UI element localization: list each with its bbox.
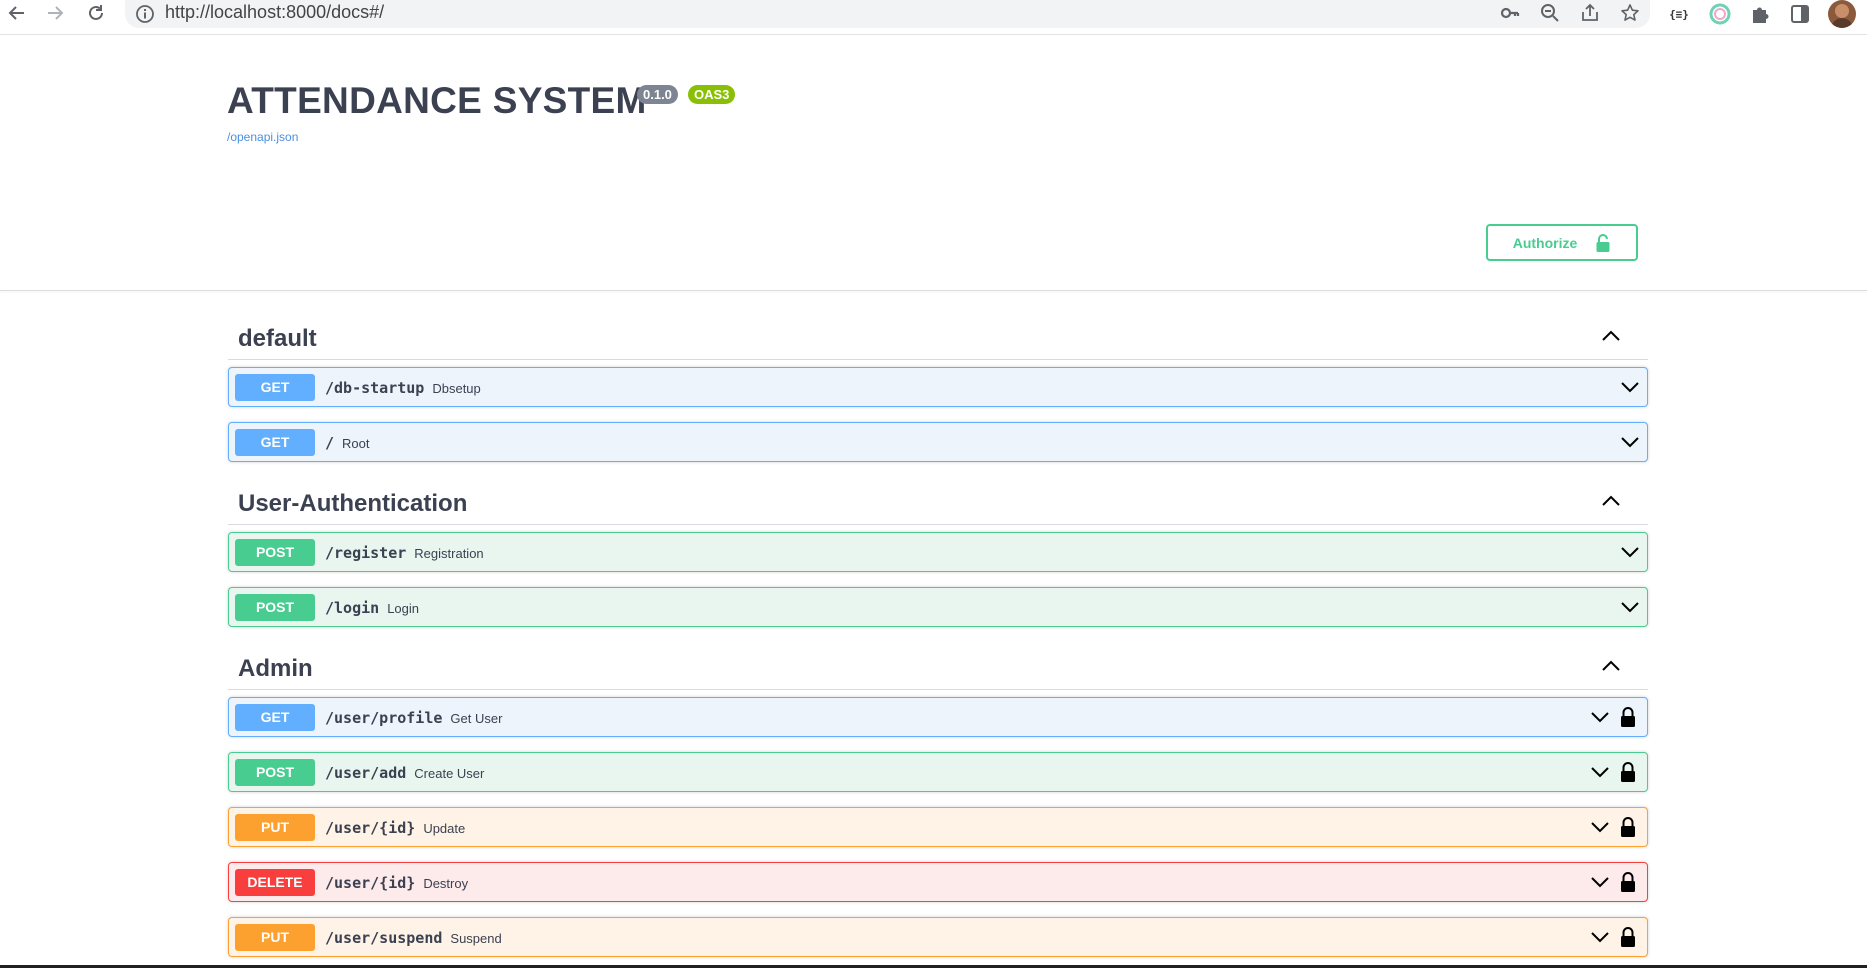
chevron-up-icon[interactable] xyxy=(1600,655,1622,677)
lock-icon[interactable] xyxy=(1619,926,1637,948)
operation-summary: Dbsetup xyxy=(432,381,481,396)
operation-path: /user/suspend Suspend xyxy=(325,929,502,947)
operation-put-user-id[interactable]: PUT /user/{id} Update xyxy=(228,807,1648,847)
chevron-down-icon[interactable] xyxy=(1619,431,1641,453)
reload-button[interactable] xyxy=(83,0,109,26)
chevron-down-icon[interactable] xyxy=(1619,541,1641,563)
bookmark-button[interactable] xyxy=(1619,2,1641,24)
star-icon xyxy=(1621,4,1639,21)
chevron-down-icon[interactable] xyxy=(1589,926,1611,948)
extensions-button[interactable] xyxy=(1748,2,1772,26)
operation-summary: Create User xyxy=(414,766,485,781)
address-bar[interactable]: http://localhost:8000/docs#/ xyxy=(125,0,1650,28)
operation-path: /user/{id} Update xyxy=(325,819,466,837)
operation-put-user-suspend[interactable]: PUT /user/suspend Suspend xyxy=(228,917,1648,957)
operation-path: / Root xyxy=(325,434,370,452)
api-title: ATTENDANCE SYSTEM xyxy=(227,80,647,121)
method-badge: GET xyxy=(235,704,315,731)
openapi-json-link[interactable]: /openapi.json xyxy=(227,130,298,144)
operation-summary: Get User xyxy=(450,711,503,726)
operation-post-register[interactable]: POST /register Registration xyxy=(228,532,1648,572)
profile-avatar[interactable] xyxy=(1828,0,1856,28)
chevron-down-icon[interactable] xyxy=(1619,376,1641,398)
chevron-down-icon[interactable] xyxy=(1619,596,1641,618)
chevron-down-icon[interactable] xyxy=(1589,706,1611,728)
tag-section-default[interactable]: default xyxy=(228,315,1648,360)
method-badge: POST xyxy=(235,759,315,786)
operation-get-db-startup[interactable]: GET /db-startup Dbsetup xyxy=(228,367,1648,407)
color-extension-button[interactable] xyxy=(1708,2,1732,26)
operation-path: /register Registration xyxy=(325,544,484,562)
operation-summary: Registration xyxy=(414,546,484,561)
tag-section-admin[interactable]: Admin xyxy=(228,645,1648,690)
unlocked-icon xyxy=(1596,233,1610,252)
operation-get-root[interactable]: GET / Root xyxy=(228,422,1648,462)
key-icon xyxy=(1500,7,1520,19)
share-icon xyxy=(1582,3,1598,21)
authorize-label: Authorize xyxy=(1512,234,1578,251)
authorize-button[interactable]: Authorize xyxy=(1486,224,1638,261)
side-panel-button[interactable] xyxy=(1788,2,1812,26)
operation-delete-user-id[interactable]: DELETE /user/{id} Destroy xyxy=(228,862,1648,902)
json-extension-icon: {≡} xyxy=(1669,7,1689,21)
forward-button[interactable] xyxy=(42,0,68,26)
forward-arrow-icon xyxy=(48,6,64,20)
operation-path: /db-startup Dbsetup xyxy=(325,379,481,397)
chevron-down-icon[interactable] xyxy=(1589,871,1611,893)
chevron-down-icon[interactable] xyxy=(1589,816,1611,838)
chevron-up-icon[interactable] xyxy=(1600,490,1622,512)
operation-get-user-profile[interactable]: GET /user/profile Get User xyxy=(228,697,1648,737)
zoom-button[interactable] xyxy=(1539,2,1561,24)
reload-icon xyxy=(89,5,103,20)
operation-path: /user/{id} Destroy xyxy=(325,874,469,892)
operation-summary: Suspend xyxy=(450,931,502,946)
operation-path: /user/profile Get User xyxy=(325,709,503,727)
address-url: http://localhost:8000/docs#/ xyxy=(165,2,385,22)
json-extension-button[interactable]: {≡} xyxy=(1667,2,1691,26)
method-badge: GET xyxy=(235,429,315,456)
operation-summary: Login xyxy=(387,601,419,616)
back-arrow-icon xyxy=(8,6,24,20)
side-panel-icon xyxy=(1791,5,1809,23)
method-badge: PUT xyxy=(235,924,315,951)
chevron-up-icon[interactable] xyxy=(1600,325,1622,347)
method-badge: DELETE xyxy=(235,869,315,896)
share-button[interactable] xyxy=(1579,2,1601,24)
method-badge: POST xyxy=(235,539,315,566)
operation-summary: Root xyxy=(342,436,370,451)
method-badge: PUT xyxy=(235,814,315,841)
lock-icon[interactable] xyxy=(1619,706,1637,728)
version-badge: 0.1.0 xyxy=(637,85,678,104)
lock-icon[interactable] xyxy=(1619,761,1637,783)
browser-toolbar: http://localhost:8000/docs#/ {≡} xyxy=(0,0,1867,35)
lock-icon[interactable] xyxy=(1619,816,1637,838)
back-button[interactable] xyxy=(4,0,30,26)
operation-post-login[interactable]: POST /login Login xyxy=(228,587,1648,627)
site-info-icon[interactable] xyxy=(135,4,155,24)
tag-title: Admin xyxy=(238,655,313,682)
method-badge: POST xyxy=(235,594,315,621)
oas-badge: OAS3 xyxy=(688,85,736,104)
password-key-button[interactable] xyxy=(1499,2,1521,24)
tag-section-user-authentication[interactable]: User-Authentication xyxy=(228,480,1648,525)
api-info: ATTENDANCE SYSTEM 0.1.0 OAS3 xyxy=(227,80,736,122)
puzzle-icon xyxy=(1753,7,1769,23)
operation-path: /user/add Create User xyxy=(325,764,485,782)
zoom-out-icon xyxy=(1541,4,1559,22)
tag-title: default xyxy=(238,325,317,352)
chevron-down-icon[interactable] xyxy=(1589,761,1611,783)
method-badge: GET xyxy=(235,374,315,401)
operation-post-user-add[interactable]: POST /user/add Create User xyxy=(228,752,1648,792)
operation-summary: Destroy xyxy=(423,876,469,891)
color-wheel-icon xyxy=(1709,3,1731,25)
header-divider xyxy=(0,290,1867,291)
operation-summary: Update xyxy=(423,821,466,836)
operation-path: /login Login xyxy=(325,599,419,617)
tag-title: User-Authentication xyxy=(238,490,468,517)
lock-icon[interactable] xyxy=(1619,871,1637,893)
